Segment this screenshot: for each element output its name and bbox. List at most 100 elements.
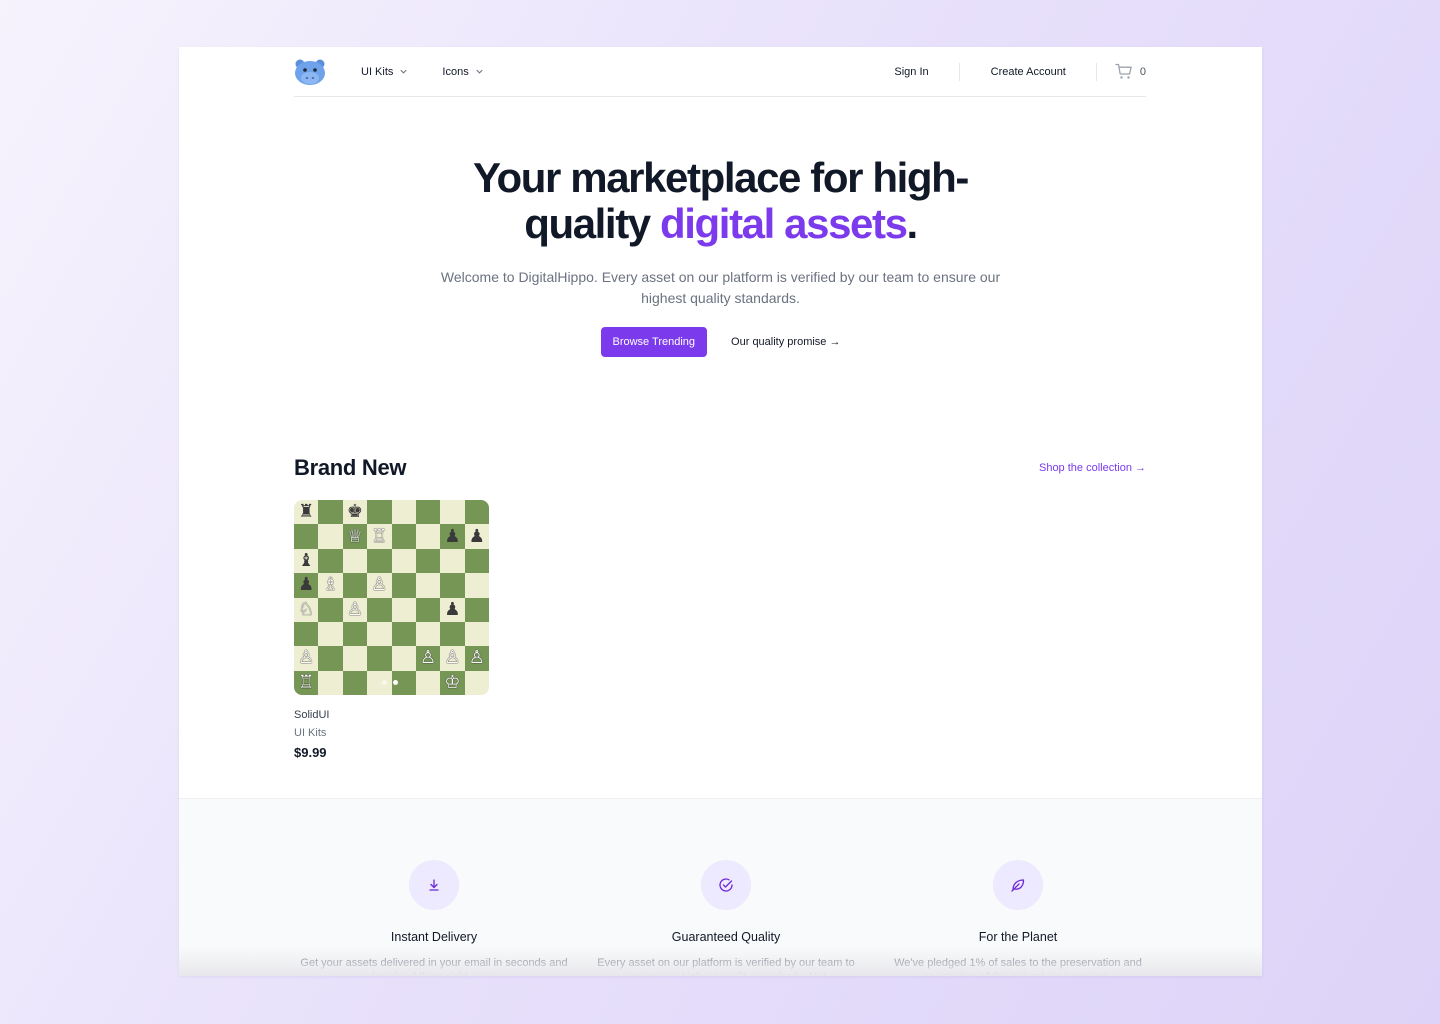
board-square <box>342 621 368 647</box>
chevron-down-icon <box>476 69 483 74</box>
chess-piece-icon: ♘ <box>298 598 315 620</box>
perks-section: Instant Delivery Get your assets deliver… <box>179 798 1262 976</box>
board-square: ♝ <box>294 548 319 574</box>
chess-piece-icon: ♟ <box>298 574 315 596</box>
chess-piece-icon: ♜ <box>298 501 315 523</box>
hero-section: Your marketplace for high-quality digita… <box>179 155 1262 357</box>
board-square: ♙ <box>415 646 441 671</box>
perk-title: Guaranteed Quality <box>671 930 781 944</box>
board-square <box>318 646 343 671</box>
cart-count: 0 <box>1139 65 1146 78</box>
board-square: ♟ <box>464 524 489 549</box>
board-square <box>318 500 343 525</box>
perk-icon-circle <box>993 860 1043 910</box>
board-square <box>440 621 465 647</box>
carousel-dot-active[interactable] <box>393 680 398 685</box>
perk-description: We've pledged 1% of sales to the preserv… <box>894 957 1142 976</box>
shop-collection-link[interactable]: Shop the collection → <box>1039 462 1146 474</box>
hero-actions: Browse Trending Our quality promise → <box>179 327 1262 357</box>
board-square <box>391 524 416 549</box>
board-square: ♟ <box>440 597 465 622</box>
board-square <box>342 646 368 671</box>
navbar: UI Kits Icons Sign In Create Account 0 <box>294 47 1146 97</box>
nav-menu-ui-kits[interactable]: UI Kits <box>361 66 408 78</box>
board-square <box>318 548 343 574</box>
hippo-logo-icon[interactable] <box>294 58 326 86</box>
hero-title-period: . <box>906 200 919 247</box>
section-title: Brand New <box>294 455 407 480</box>
board-square <box>367 548 392 574</box>
board-square <box>415 548 441 574</box>
carousel-dots <box>382 680 398 685</box>
hero-subtitle: Welcome to DigitalHippo. Every asset on … <box>440 269 1001 306</box>
chess-piece-icon: ♗ <box>322 574 339 596</box>
check-circle-icon <box>719 878 733 892</box>
perk-icon-circle <box>409 860 459 910</box>
sign-in-link[interactable]: Sign In <box>894 66 928 78</box>
board-square: ♙ <box>367 573 392 598</box>
nav-left: UI Kits Icons <box>294 58 484 86</box>
chess-piece-icon: ♕ <box>346 525 363 547</box>
product-card[interactable]: ♜ ♚ ♕ ♖ ♟ ♟ ♝ ♟ ♗ ♙ ♘ ♙ ♟ ♙ ♙ ♙ ♙ ♖ ♔ SolidUI UI Kits $9.9… <box>294 500 489 760</box>
quality-promise-button[interactable]: Our quality promise → <box>731 336 840 348</box>
board-square: ♖ <box>294 670 319 695</box>
product-image-carousel[interactable]: ♜ ♚ ♕ ♖ ♟ ♟ ♝ ♟ ♗ ♙ ♘ ♙ ♟ ♙ ♙ ♙ ♙ ♖ ♔ <box>294 500 489 695</box>
browse-trending-button[interactable]: Browse Trending <box>600 327 708 357</box>
chess-piece-icon: ♙ <box>419 647 437 669</box>
download-icon <box>429 879 439 891</box>
nav-menu-icons[interactable]: Icons <box>442 66 483 78</box>
board-square <box>391 500 416 525</box>
chess-piece-icon: ♝ <box>298 549 315 571</box>
leaf-icon <box>1011 879 1025 892</box>
perk-guaranteed-quality: Guaranteed Quality Every asset on our pl… <box>591 860 861 976</box>
board-square <box>391 597 416 622</box>
nav-menu-label: UI Kits <box>361 65 394 78</box>
board-square <box>342 573 368 598</box>
chess-piece-icon: ♖ <box>298 671 315 693</box>
board-square: ♜ <box>294 500 319 525</box>
create-account-link[interactable]: Create Account <box>991 66 1066 78</box>
board-square <box>318 670 343 695</box>
chevron-down-icon <box>400 69 407 74</box>
board-square: ♔ <box>440 670 465 695</box>
nav-right: Sign In Create Account 0 <box>894 47 1146 96</box>
carousel-dot[interactable] <box>382 680 387 685</box>
cart-button[interactable]: 0 <box>1115 63 1146 80</box>
board-square: ♙ <box>294 646 319 671</box>
nav-divider <box>958 62 960 81</box>
board-square: ♕ <box>342 524 368 549</box>
board-square <box>415 573 441 598</box>
board-square <box>367 621 392 647</box>
product-price: $9.99 <box>294 745 327 760</box>
nav-menu-label: Icons <box>442 65 469 78</box>
perk-description: Get your assets delivered in your email … <box>300 957 568 976</box>
shopping-cart-icon <box>1115 63 1132 79</box>
board-square <box>415 500 441 525</box>
board-square <box>294 621 319 647</box>
board-square <box>415 621 441 647</box>
board-square <box>464 670 489 695</box>
chess-piece-icon: ♙ <box>371 574 388 596</box>
board-square <box>367 597 392 622</box>
chess-piece-icon: ♟ <box>444 598 461 620</box>
perk-icon-circle <box>701 860 751 910</box>
board-square <box>342 670 368 695</box>
brand-new-header: Brand New Shop the collection → <box>294 455 1146 481</box>
perk-instant-delivery: Instant Delivery Get your assets deliver… <box>299 860 569 976</box>
chess-piece-icon: ♙ <box>346 598 363 620</box>
board-square <box>342 548 368 574</box>
board-square: ♙ <box>440 646 465 671</box>
perk-for-the-planet: For the Planet We've pledged 1% of sales… <box>883 860 1153 976</box>
board-square: ♙ <box>342 597 368 622</box>
board-square <box>391 548 416 574</box>
product-category: UI Kits <box>294 727 327 739</box>
board-square <box>440 573 465 598</box>
board-square <box>367 646 392 671</box>
board-square <box>367 500 392 525</box>
perk-title: For the Planet <box>978 930 1058 944</box>
board-square: ♚ <box>342 500 368 525</box>
board-square: ♟ <box>294 573 319 598</box>
board-square <box>440 500 465 525</box>
chess-piece-icon: ♖ <box>371 525 388 547</box>
hero-title-accent: digital assets <box>660 200 908 247</box>
